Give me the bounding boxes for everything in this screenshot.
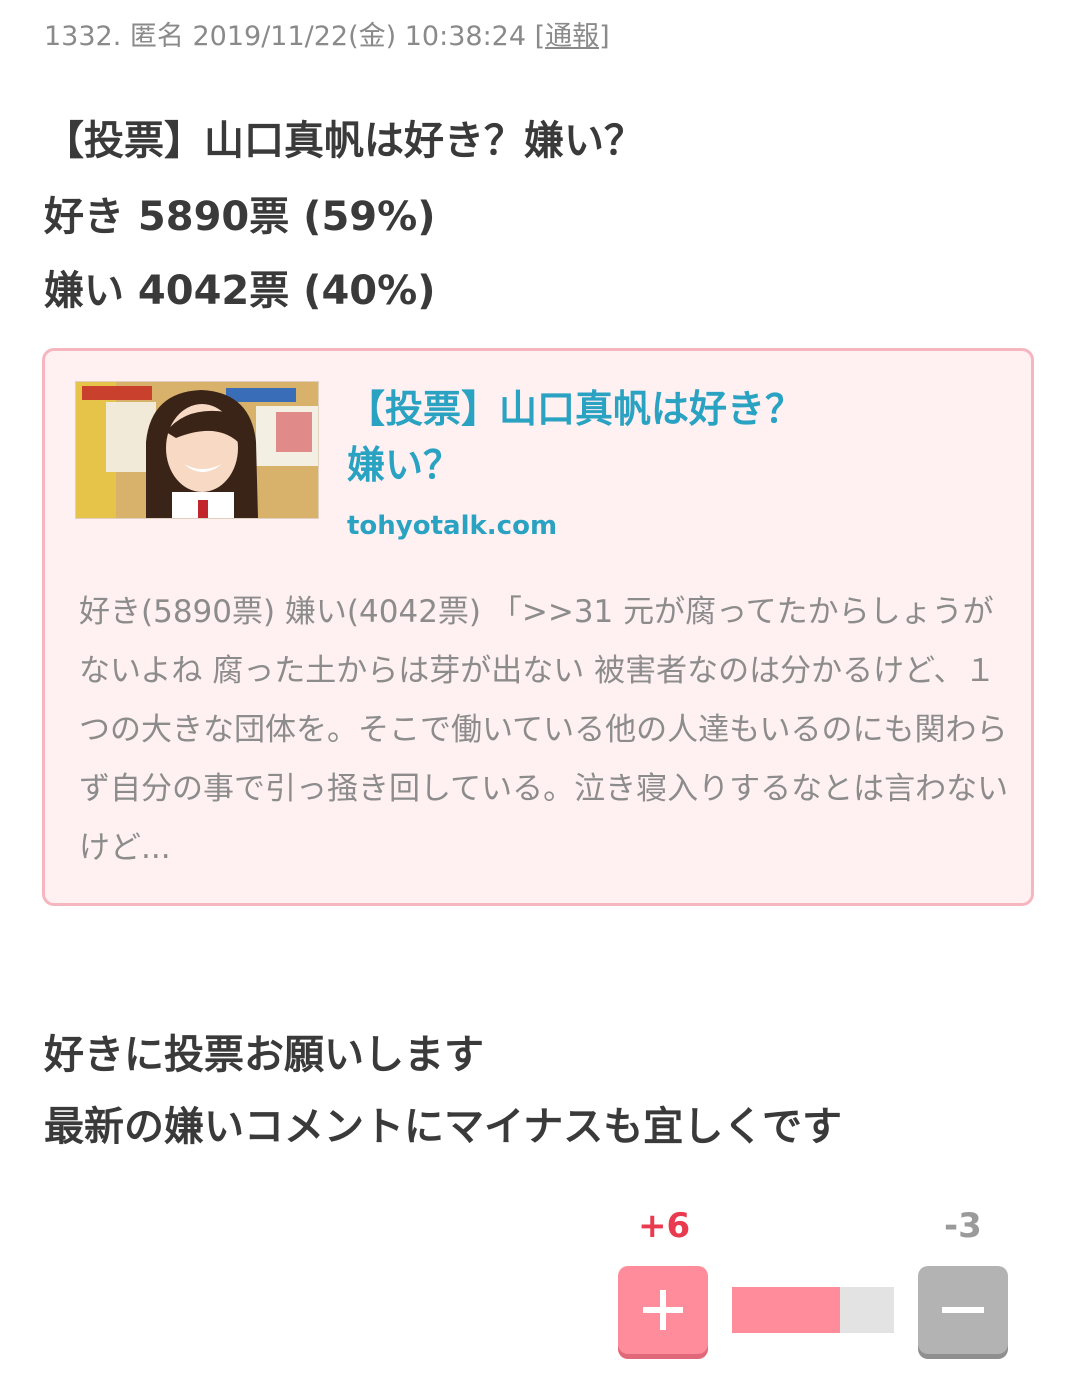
- post-line-title: 【投票】山口真帆は好き？嫌い？: [44, 118, 644, 164]
- link-card-title-line1: 【投票】山口真帆は好き？: [347, 387, 804, 431]
- post-number: 1332.: [44, 21, 122, 52]
- minus-icon: [942, 1307, 984, 1313]
- report-link[interactable]: [通報]: [535, 21, 610, 52]
- link-preview-card[interactable]: 【投票】山口真帆は好き？ 嫌い？ tohyotalk.com 好き(5890票)…: [42, 348, 1034, 906]
- plus-vote-button[interactable]: [618, 1266, 708, 1354]
- vote-ratio-bar: [732, 1287, 894, 1333]
- link-card-title-line2: 嫌い？: [347, 443, 462, 487]
- post-line-like: 好き 5890票 (59%): [44, 194, 436, 240]
- post-meta: 1332. 匿名 2019/11/22(金) 10:38:24 [通報]: [44, 14, 610, 53]
- minus-vote-button[interactable]: [918, 1266, 1008, 1354]
- post-line-dislike: 嫌い 4042票 (40%): [44, 268, 436, 314]
- post-datetime: 2019/11/22(金) 10:38:24: [192, 21, 527, 52]
- photo-thumbnail-icon[interactable]: [75, 381, 319, 519]
- link-card-title[interactable]: 【投票】山口真帆は好き？ 嫌い？: [347, 381, 947, 493]
- plus-icon: [643, 1290, 683, 1330]
- message-line2: 最新の嫌いコメントにマイナスも宜しくです: [44, 1104, 842, 1150]
- vote-ratio-fill: [732, 1287, 840, 1333]
- message-line1: 好きに投票お願いします: [44, 1032, 484, 1078]
- plus-vote-count: +6: [638, 1206, 691, 1246]
- minus-vote-count: -3: [944, 1206, 982, 1246]
- link-card-description: 好き(5890票) 嫌い(4042票) 「>>31 元が腐ってたからしょうがない…: [79, 594, 1009, 866]
- link-card-domain: tohyotalk.com: [347, 511, 558, 541]
- post-author: 匿名: [129, 21, 184, 52]
